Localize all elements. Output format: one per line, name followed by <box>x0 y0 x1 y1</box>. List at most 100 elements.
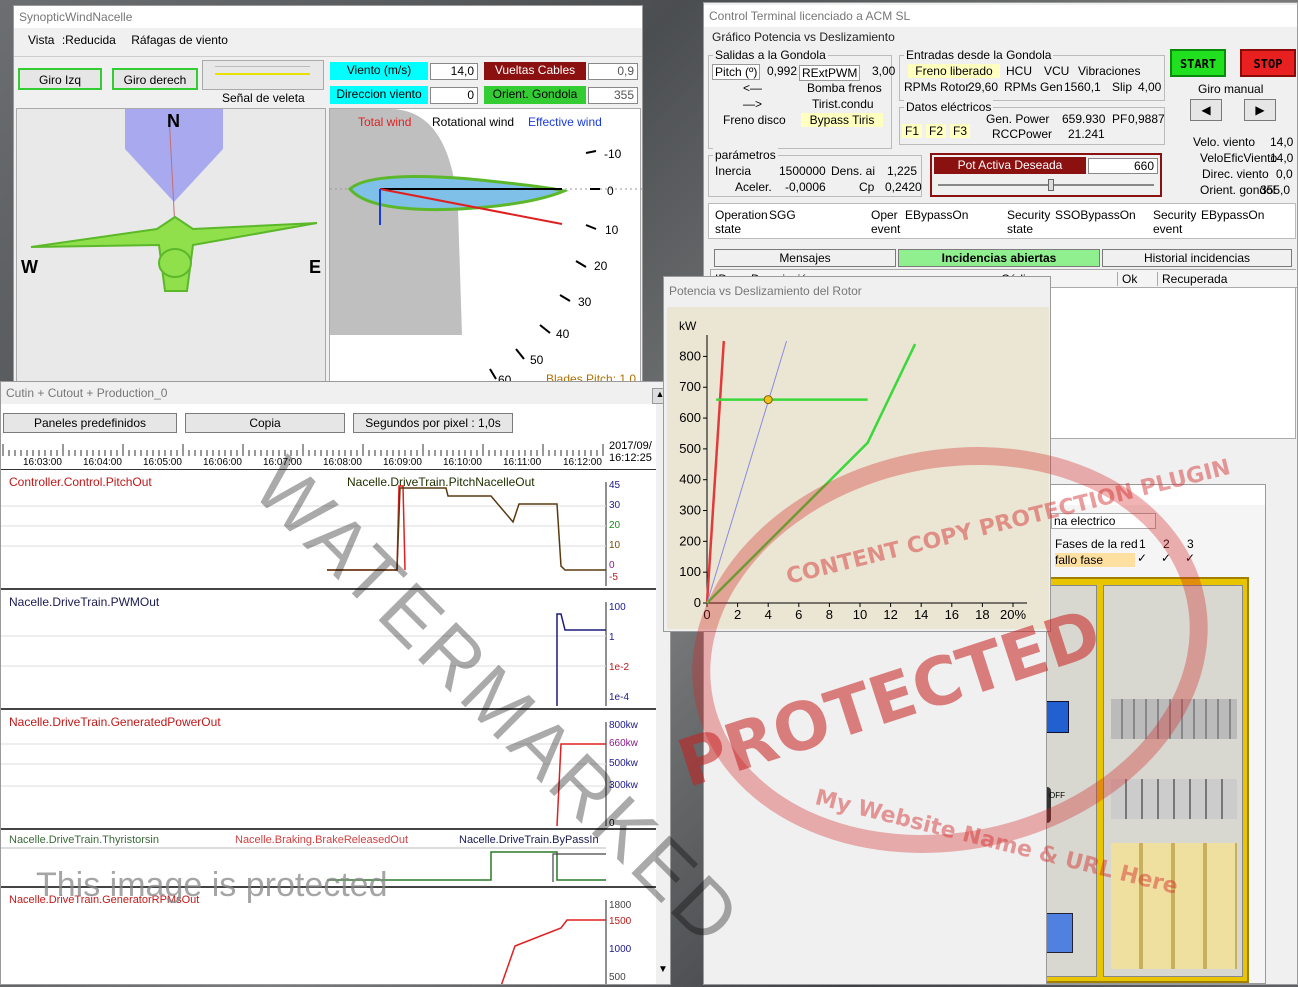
effective-wind-label: VeloEficViento <box>1200 151 1278 165</box>
date-label: 2017/09/ <box>609 440 652 452</box>
blade-profile-panel: Total wind Rotational wind Effective win… <box>329 108 642 384</box>
oper-event-label: Oper event <box>871 208 901 236</box>
nacelle-orientation-label: Orient. Gondola <box>484 86 586 104</box>
menu-reducida[interactable]: :Reducida <box>62 33 116 47</box>
phase-f3: F3 <box>950 124 970 138</box>
rpm-rotor-value: 29,60 <box>968 80 999 94</box>
acceleration-label: Aceler. <box>735 180 772 194</box>
slip-value: 4,00 <box>1138 80 1162 94</box>
time-label: 16:03:00 <box>23 457 62 468</box>
pitch-tick-mark <box>539 324 551 334</box>
pitch-axis-tick: 20 <box>609 520 621 531</box>
arrow-left-icon: ◀ <box>1201 103 1211 117</box>
nacelle-orientation-value: 355,0 <box>1260 183 1291 197</box>
synoptic-window: SynopticWindNacelle Vista :Reducida Ráfa… <box>13 5 643 385</box>
synoptic-title: SynopticWindNacelle <box>14 6 642 28</box>
compass-north: N <box>167 111 180 131</box>
copy-button[interactable]: Copia <box>185 413 345 433</box>
compass-east: E <box>309 257 322 277</box>
wind-direction-field[interactable]: 0 <box>430 87 478 104</box>
col-ok[interactable]: Ok <box>1117 272 1155 286</box>
turn-right-button[interactable]: Giro derech <box>112 68 198 90</box>
security-state-value: SSOBypassOn <box>1055 208 1136 222</box>
col-recovered[interactable]: Recuperada <box>1157 272 1277 286</box>
manual-turn-label: Giro manual <box>1198 82 1264 96</box>
rextpwm-label: RExtPWM <box>799 65 861 81</box>
security-state-label: Security state <box>1007 208 1051 236</box>
desired-power-slider[interactable] <box>938 179 1154 193</box>
power-unit-label: kW <box>679 319 697 333</box>
arrow-left-icon[interactable]: <— <box>743 81 762 95</box>
slider-thumb[interactable] <box>1048 179 1054 191</box>
pitch-tick-mark <box>585 224 597 230</box>
manual-turn-left-button[interactable]: ◀ <box>1190 99 1222 121</box>
pwm-axis-tick: 100 <box>609 602 626 613</box>
pitch-tick: 10 <box>605 223 619 237</box>
wind-speed-label: Viento (m/s) <box>330 62 428 80</box>
outputs-group: Salidas a la Gondola Pitch (º) 0,992 REx… <box>708 48 895 149</box>
brake-pump-label: Bomba frenos <box>807 81 882 95</box>
cutin-title: Cutin + Cutout + Production_0 <box>1 382 670 404</box>
turbine-drawing <box>30 109 318 292</box>
oper-event-value: EBypassOn <box>905 208 969 222</box>
desired-power-field[interactable]: 660 <box>1088 158 1158 174</box>
arrow-right-icon[interactable]: —> <box>743 97 762 111</box>
tab-incidencias-abiertas[interactable]: Incidencias abiertas <box>898 249 1100 267</box>
predefined-panels-button[interactable]: Paneles predefinidos <box>3 413 177 433</box>
operation-state-value: SGG <box>769 208 796 222</box>
wind-speed-field[interactable]: 14,0 <box>430 63 478 80</box>
time-label: 16:11:00 <box>503 457 542 468</box>
desired-power-label: Pot Activa Deseada <box>934 157 1086 174</box>
pitch-label: Pitch (º) <box>712 64 761 80</box>
start-button[interactable]: START <box>1170 49 1226 77</box>
blade-shadow-shape <box>330 109 462 335</box>
terminal-subtitle: Gráfico Potencia vs Deslizamiento <box>712 30 895 44</box>
menu-vista[interactable]: Vista <box>28 33 54 47</box>
scroll-down-icon[interactable]: ▼ <box>658 964 668 975</box>
power-factor-value: 0,9887 <box>1128 112 1165 126</box>
wind-speed-value: 14,0 <box>1270 135 1294 149</box>
power-factor-label: PF <box>1112 112 1128 126</box>
turn-left-button[interactable]: Giro Izq <box>18 68 102 90</box>
tab-mensajes[interactable]: Mensajes <box>714 249 896 267</box>
vane-signal-label: Señal de veleta <box>222 91 305 105</box>
wind-speed-label: Velo. viento <box>1193 135 1256 149</box>
legend-total-wind: Total wind <box>358 115 412 129</box>
protection-stamp: CONTENT COPY PROTECTION PLUGIN PROTECTED… <box>650 400 1250 900</box>
time-label: 16:08:00 <box>323 457 362 468</box>
synoptic-menu: Vista :Reducida Ráfagas de viento <box>28 33 228 47</box>
power-axis-tick: 800kw <box>609 720 638 731</box>
parameters-group: parámetros Inercia 1500000 Dens. ai 1,22… <box>708 148 922 197</box>
pitch-tick: -10 <box>604 147 622 161</box>
pitch-tick-mark <box>515 348 525 360</box>
pwm-axis-tick: 1e-2 <box>609 662 630 673</box>
time-label: 16:05:00 <box>143 457 182 468</box>
disc-brake-label: Freno disco <box>723 113 786 127</box>
rpm-gen-value: 1560,1 <box>1064 80 1101 94</box>
vibrations-label: Vibraciones <box>1078 64 1141 78</box>
inputs-group: Entradas desde la Gondola Freno liberado… <box>899 48 1165 101</box>
air-density-value: 1,225 <box>887 164 918 178</box>
tab-historial[interactable]: Historial incidencias <box>1102 249 1292 267</box>
effective-wind-value: 14,0 <box>1270 151 1294 165</box>
pitch-axis-tick: 30 <box>609 500 621 511</box>
pwm-axis-tick: 1e-4 <box>609 692 630 703</box>
menu-rafagas[interactable]: Ráfagas de viento <box>131 33 228 47</box>
rpm-axis-tick: 1000 <box>609 944 632 955</box>
arrow-right-icon: ▶ <box>1255 103 1265 117</box>
acceleration-value: -0,0006 <box>785 180 826 194</box>
rcc-power-label: RCCPower <box>992 127 1053 141</box>
outputs-group-title: Salidas a la Gondola <box>713 48 828 62</box>
phase-f2: F2 <box>926 124 946 138</box>
legend-effective-wind: Effective wind <box>528 115 602 129</box>
inertia-value: 1500000 <box>779 164 826 178</box>
pitch-tick: 30 <box>578 295 592 309</box>
bypass-label: Bypass Tiris <box>801 113 883 127</box>
pwm-panel: Nacelle.DriveTrain.PWMOut 100 1 1e-2 1e-… <box>1 594 656 710</box>
manual-turn-right-button[interactable]: ▶ <box>1244 99 1276 121</box>
power-axis-tick: 660kw <box>609 738 638 749</box>
cp-value: 0,2420 <box>885 180 922 194</box>
seconds-per-pixel-button[interactable]: Segundos por pixel : 1,0s <box>353 413 513 433</box>
stop-button[interactable]: STOP <box>1240 49 1296 77</box>
operation-state-label: Operation state <box>715 208 768 236</box>
